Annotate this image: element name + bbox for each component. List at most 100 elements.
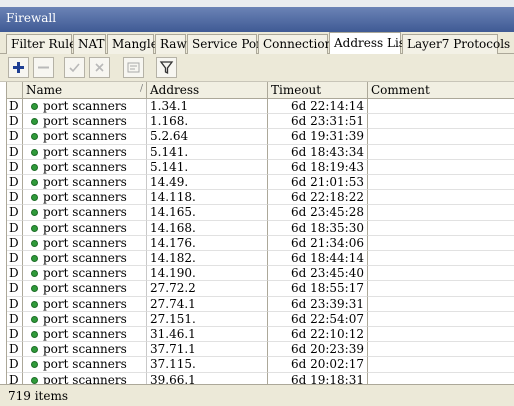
row-flag: D (7, 311, 23, 327)
table-row[interactable]: Dport scanners 27.151. 6d 22:54:07 (7, 311, 514, 327)
list-dot-icon (31, 255, 38, 262)
row-address: 14.165. (147, 205, 268, 221)
background-window-strip (0, 0, 514, 7)
row-name: port scanners (43, 129, 127, 144)
table-row[interactable]: Dport scanners 5.141. 6d 18:43:34 (7, 144, 514, 160)
row-comment (368, 205, 514, 221)
list-dot-icon (31, 346, 38, 354)
tab-service-ports[interactable]: Service Ports (187, 34, 273, 54)
row-timeout: 6d 23:45:28 (268, 205, 368, 221)
table-row[interactable]: Dport scanners 14.182. 6d 18:44:14 (7, 251, 514, 267)
table-row[interactable]: Dport scanners 39.66.1 6d 19:18:31 (7, 372, 514, 384)
tab-filter-rules[interactable]: Filter Rules (6, 34, 82, 54)
list-dot-icon (31, 331, 38, 338)
remove-button[interactable] (33, 57, 54, 78)
row-flag: D (7, 129, 23, 145)
tab-layer7-protocols[interactable]: Layer7 Protocols (402, 34, 510, 54)
status-bar: 719 items (0, 384, 514, 406)
row-name-cell: port scanners (23, 175, 147, 191)
list-dot-icon (31, 239, 38, 247)
row-address: 1.34.1 (147, 99, 268, 115)
row-name-cell: port scanners (23, 266, 147, 282)
row-name: port scanners (43, 357, 127, 372)
tab-connections[interactable]: Connections (258, 34, 338, 54)
table-row[interactable]: Dport scanners 14.165. 6d 23:45:28 (7, 205, 514, 221)
row-flag: D (7, 357, 23, 373)
col-comment-header[interactable]: Comment (368, 82, 514, 99)
row-name: port scanners (43, 327, 127, 341)
row-comment (368, 266, 514, 282)
filter-icon (159, 61, 174, 75)
row-comment (368, 251, 514, 267)
table-row[interactable]: Dport scanners 27.72.2 6d 18:55:17 (7, 281, 514, 297)
table-row[interactable]: Dport scanners 14.118. 6d 22:18:22 (7, 190, 514, 206)
row-flag: D (7, 372, 23, 384)
table-row[interactable]: Dport scanners 5.2.64 6d 19:31:39 (7, 129, 514, 145)
list-dot-icon (31, 270, 38, 278)
x-icon (95, 63, 104, 72)
row-address: 37.115. (147, 357, 268, 373)
row-flag: D (7, 281, 23, 297)
tab-mangle[interactable]: Mangle (107, 34, 158, 54)
list-dot-icon (31, 179, 38, 186)
row-name: port scanners (43, 144, 127, 159)
table-row[interactable]: Dport scanners 27.74.1 6d 23:39:31 (7, 296, 514, 312)
row-name: port scanners (43, 114, 127, 129)
table-row[interactable]: Dport scanners 1.34.1 6d 22:14:14 (7, 99, 514, 115)
row-address: 1.168. (147, 114, 268, 130)
row-name: port scanners (43, 281, 127, 296)
window-titlebar[interactable]: Firewall (0, 7, 514, 32)
row-comment (368, 190, 514, 206)
row-name-cell: port scanners (23, 327, 147, 343)
row-timeout: 6d 18:44:14 (268, 251, 368, 267)
table-row[interactable]: Dport scanners 1.168. 6d 23:31:51 (7, 114, 514, 130)
table-row[interactable]: Dport scanners 37.71.1 6d 20:23:39 (7, 342, 514, 358)
sort-indicator-icon: / (139, 84, 143, 94)
table-row[interactable]: Dport scanners 14.190. 6d 23:45:40 (7, 266, 514, 282)
row-flag: D (7, 220, 23, 236)
list-dot-icon (31, 315, 38, 323)
col-name-header[interactable]: Name / (23, 82, 147, 99)
row-flag: D (7, 99, 23, 115)
row-address: 14.49. (147, 175, 268, 191)
table-row[interactable]: Dport scanners 14.49. 6d 21:01:53 (7, 175, 514, 191)
comment-button[interactable] (123, 57, 144, 78)
col-flag-header[interactable] (7, 82, 23, 99)
row-comment (368, 145, 514, 160)
col-address-header[interactable]: Address (147, 82, 268, 99)
row-timeout: 6d 23:45:40 (268, 266, 368, 282)
row-name-cell: port scanners (23, 114, 147, 130)
row-comment (368, 175, 514, 191)
row-address: 14.176. (147, 235, 268, 251)
disable-button[interactable] (89, 57, 110, 78)
row-name-cell: port scanners (23, 205, 147, 221)
row-timeout: 6d 23:31:51 (268, 114, 368, 130)
add-button[interactable] (8, 57, 29, 78)
list-dot-icon (31, 133, 38, 141)
row-address: 37.71.1 (147, 342, 268, 358)
row-timeout: 6d 23:39:31 (268, 296, 368, 312)
table-row[interactable]: Dport scanners 31.46.1 6d 22:10:12 (7, 327, 514, 343)
tab-nat[interactable]: NAT (73, 34, 106, 54)
table-row[interactable]: Dport scanners 5.141. 6d 18:19:43 (7, 159, 514, 175)
row-timeout: 6d 22:54:07 (268, 311, 368, 327)
col-timeout-header[interactable]: Timeout (268, 82, 368, 99)
enable-button[interactable] (64, 57, 85, 78)
item-count: 719 items (8, 389, 69, 403)
row-name: port scanners (43, 175, 127, 189)
filter-button[interactable] (156, 57, 177, 78)
row-name-cell: port scanners (23, 311, 147, 327)
table-row[interactable]: Dport scanners 14.176. 6d 21:34:06 (7, 235, 514, 251)
tab-address-lists[interactable]: Address Lists (329, 32, 416, 54)
row-timeout: 6d 19:18:31 (268, 372, 368, 384)
row-comment (368, 297, 514, 312)
row-comment (368, 236, 514, 251)
list-dot-icon (31, 285, 38, 293)
row-timeout: 6d 21:01:53 (268, 175, 368, 191)
row-name: port scanners (43, 266, 127, 281)
tab-raw[interactable]: Raw (155, 34, 187, 54)
table-row[interactable]: Dport scanners 14.168. 6d 18:35:30 (7, 220, 514, 236)
row-name: port scanners (43, 205, 127, 220)
table-row[interactable]: Dport scanners 37.115. 6d 20:02:17 (7, 357, 514, 373)
row-flag: D (7, 235, 23, 251)
